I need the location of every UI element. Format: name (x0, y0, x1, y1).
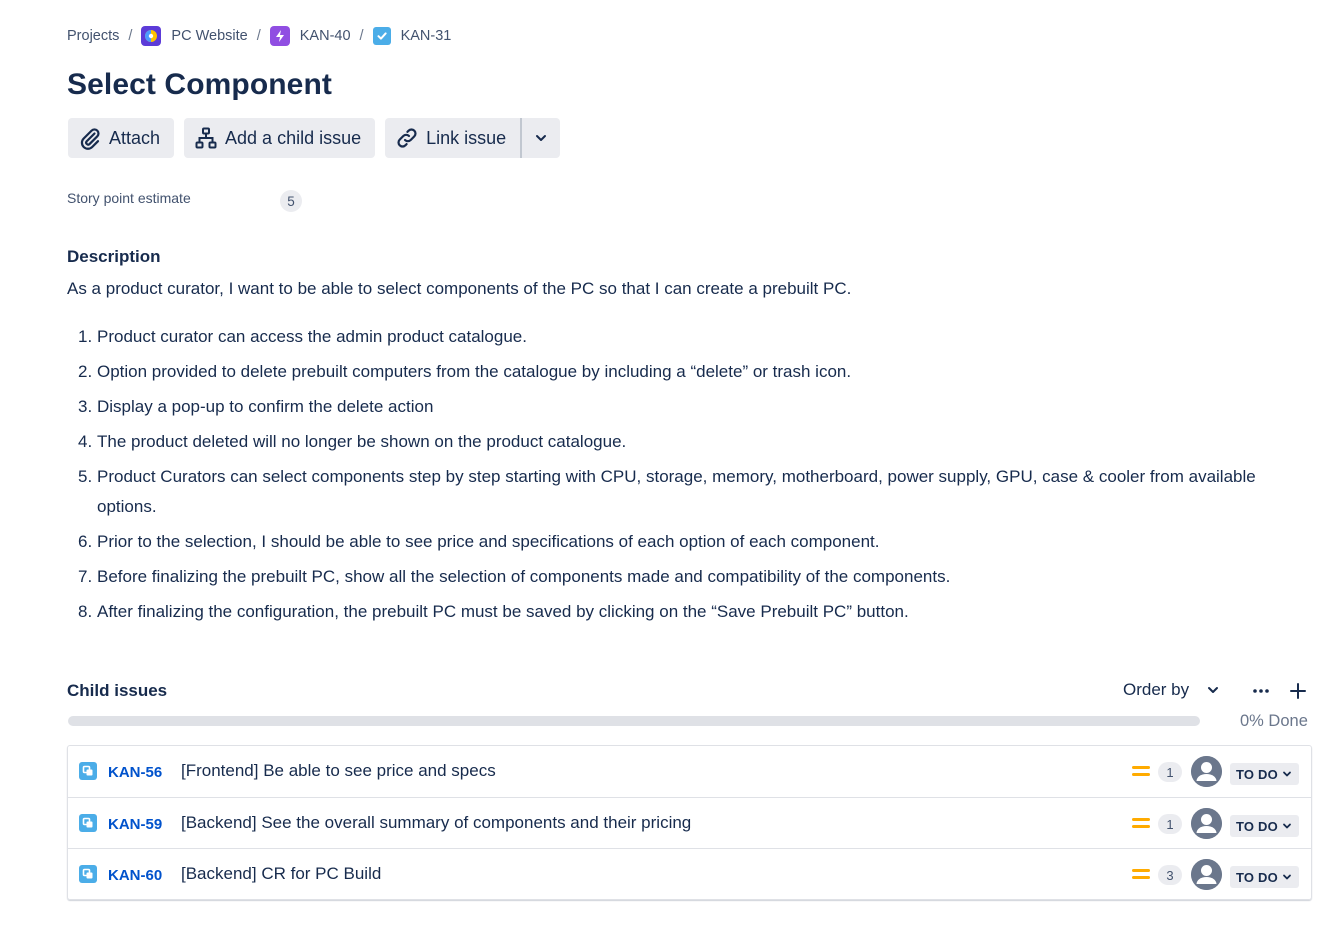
child-issue-row[interactable]: KAN-59 [Backend] See the overall summary… (68, 797, 1311, 848)
child-issue-row[interactable]: KAN-60 [Backend] CR for PC Build 3 TO DO (68, 848, 1311, 899)
list-number: 1. (78, 327, 93, 346)
list-item: 1. Product curator can access the admin p… (67, 322, 1287, 352)
breadcrumb-issue[interactable]: KAN-31 (372, 27, 452, 45)
child-issues-list: KAN-56 [Frontend] Be able to see price a… (67, 745, 1312, 900)
list-number: 7. (78, 567, 93, 586)
status-label: TO DO (1236, 869, 1278, 885)
link-issue-label: Link issue (426, 127, 507, 148)
status-dropdown[interactable]: TO DO (1230, 763, 1299, 785)
child-issue-key[interactable]: KAN-56 (108, 764, 162, 781)
list-item: 7. Before finalizing the prebuilt PC, sho… (67, 562, 1287, 592)
list-item-text: Product curator can access the admin pro… (97, 327, 527, 346)
story-point-label: Story point estimate (67, 190, 191, 206)
attach-button[interactable]: Attach (68, 118, 175, 158)
list-number: 3. (78, 397, 93, 416)
priority-medium-icon (1132, 818, 1150, 828)
page-title[interactable]: Select Component (67, 68, 332, 102)
story-points-badge: 3 (1158, 865, 1182, 885)
list-item: 8. After finalizing the configuration, th… (67, 597, 1287, 627)
project-icon (141, 26, 162, 46)
plus-icon (1290, 683, 1306, 699)
breadcrumb-label: KAN-31 (400, 28, 452, 44)
list-number: 8. (78, 602, 93, 621)
attach-label: Attach (109, 127, 161, 148)
breadcrumb-epic[interactable]: KAN-40 (269, 26, 351, 46)
story-points-badge: 1 (1158, 762, 1182, 782)
subtask-icon (79, 814, 97, 832)
priority-medium-icon (1132, 766, 1150, 776)
chevron-down-icon (1283, 823, 1291, 829)
avatar[interactable] (1191, 808, 1222, 839)
list-item-text: Prior to the selection, I should be able… (97, 532, 880, 551)
breadcrumb-projects[interactable]: Projects (67, 28, 119, 44)
add-child-issue-button[interactable]: Add a child issue (184, 118, 376, 158)
breadcrumb-separator: / (256, 28, 261, 44)
description-list: 1. Product curator can access the admin p… (67, 322, 1287, 632)
list-number: 6. (78, 532, 93, 551)
link-issue-group: Link issue (385, 118, 561, 158)
avatar[interactable] (1191, 859, 1222, 890)
list-number: 4. (78, 432, 93, 451)
breadcrumb-label: PC Website (171, 28, 248, 44)
story-point-value[interactable]: 5 (280, 190, 302, 212)
child-issue-summary[interactable]: [Backend] See the overall summary of com… (181, 813, 691, 833)
progress-text: 0% Done (1240, 712, 1308, 730)
order-by-label: Order by (1123, 680, 1190, 699)
story-points-badge: 1 (1158, 814, 1182, 834)
status-label: TO DO (1236, 818, 1278, 834)
order-by-button[interactable]: Order by (1123, 680, 1220, 700)
subtask-icon (79, 762, 97, 780)
list-number: 5. (78, 467, 93, 486)
ellipsis-icon (1253, 689, 1269, 693)
hierarchy-icon (195, 127, 217, 149)
status-label: TO DO (1236, 766, 1278, 782)
breadcrumb-project[interactable]: PC Website (141, 26, 248, 46)
list-item: 5. Product Curators can select components… (67, 462, 1287, 522)
child-issue-key[interactable]: KAN-60 (108, 867, 162, 884)
list-number: 2. (78, 362, 93, 381)
description-intro[interactable]: As a product curator, I want to be able … (67, 279, 851, 299)
child-issue-row[interactable]: KAN-56 [Frontend] Be able to see price a… (68, 746, 1311, 797)
issue-toolbar: Attach Add a child issue Link issue (68, 118, 561, 158)
more-actions-dropdown[interactable] (520, 118, 561, 158)
paperclip-icon (80, 128, 100, 150)
progress-bar (68, 716, 1200, 726)
list-item-text: Display a pop-up to confirm the delete a… (97, 397, 434, 416)
list-item-text: After finalizing the configuration, the … (97, 602, 909, 621)
list-item: 6. Prior to the selection, I should be ab… (67, 527, 1287, 557)
chevron-down-icon (1283, 874, 1291, 880)
breadcrumb-label: KAN-40 (299, 28, 351, 44)
list-item: 2. Option provided to delete prebuilt com… (67, 357, 1287, 387)
chevron-down-icon (1208, 687, 1219, 693)
status-dropdown[interactable]: TO DO (1230, 815, 1299, 837)
status-dropdown[interactable]: TO DO (1230, 866, 1299, 888)
avatar[interactable] (1191, 756, 1222, 787)
task-icon (372, 27, 391, 45)
breadcrumb: Projects / PC Website / KAN-40 / KAN-31 (67, 24, 451, 48)
more-options-button[interactable] (1248, 680, 1274, 702)
child-issue-key[interactable]: KAN-59 (108, 816, 162, 833)
breadcrumb-separator: / (128, 28, 133, 44)
list-item: 3. Display a pop-up to confirm the delete… (67, 392, 1287, 422)
breadcrumb-label: Projects (67, 28, 120, 44)
breadcrumb-separator: / (359, 28, 364, 44)
epic-icon (269, 26, 290, 46)
list-item-text: Product Curators can select components s… (97, 467, 1256, 516)
link-issue-button[interactable]: Link issue (385, 118, 521, 158)
add-child-button[interactable] (1286, 679, 1310, 703)
child-issues-heading: Child issues (67, 681, 168, 700)
child-issue-summary[interactable]: [Frontend] Be able to see price and spec… (181, 761, 496, 781)
list-item-text: The product deleted will no longer be sh… (97, 432, 627, 451)
list-item-text: Before finalizing the prebuilt PC, show … (97, 567, 951, 586)
chevron-down-icon (1283, 771, 1291, 777)
link-icon (397, 128, 417, 148)
child-issue-summary[interactable]: [Backend] CR for PC Build (181, 864, 381, 884)
priority-medium-icon (1132, 869, 1150, 879)
chevron-down-icon (536, 135, 547, 141)
subtask-icon (79, 865, 97, 883)
list-item: 4. The product deleted will no longer be … (67, 427, 1287, 457)
description-heading: Description (67, 247, 161, 266)
add-child-label: Add a child issue (225, 127, 362, 148)
list-item-text: Option provided to delete prebuilt compu… (97, 362, 852, 381)
